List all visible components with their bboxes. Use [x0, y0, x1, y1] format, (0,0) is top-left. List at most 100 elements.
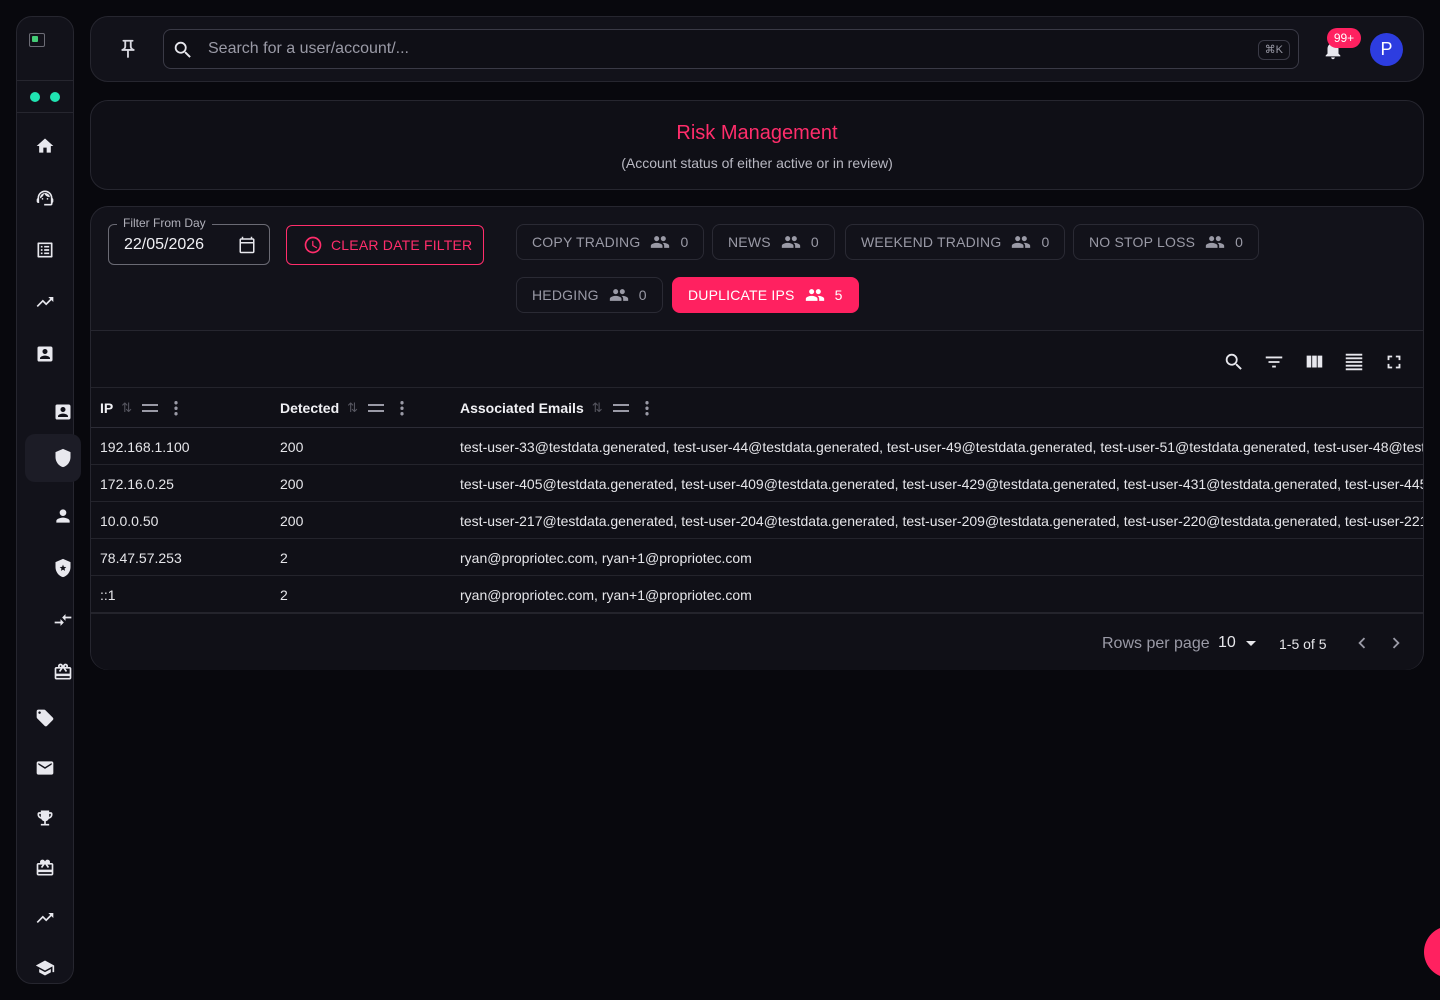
- chip-count: 0: [680, 234, 689, 250]
- calendar-icon[interactable]: [238, 236, 256, 254]
- table-row[interactable]: ::1 2 ryan@propriotec.com, ryan+1@propri…: [91, 576, 1423, 613]
- cell-ip: 10.0.0.50: [100, 513, 159, 529]
- column-header-associated-emails[interactable]: Associated Emails ⇅: [460, 400, 649, 416]
- broken-image-icon: [29, 33, 45, 47]
- column-menu-icon[interactable]: [644, 400, 649, 416]
- clear-date-filter-label: CLEAR DATE FILTER: [331, 237, 473, 253]
- column-header-detected[interactable]: Detected ⇅: [280, 400, 405, 416]
- cell-emails: test-user-33@testdata.generated, test-us…: [460, 439, 1423, 455]
- notifications-badge: 99+: [1327, 28, 1361, 48]
- people-icon: [805, 289, 824, 301]
- trophy-icon[interactable]: [34, 807, 56, 829]
- subscriptions-icon[interactable]: [52, 661, 74, 683]
- column-label: Associated Emails: [460, 400, 584, 416]
- risk-filters-card: Filter From Day 22/05/2026 CLEAR DATE FI…: [90, 206, 1424, 670]
- school-icon[interactable]: [34, 957, 56, 979]
- fullscreen-icon[interactable]: [1383, 351, 1405, 373]
- home-icon[interactable]: [34, 135, 56, 157]
- cell-emails: test-user-217@testdata.generated, test-u…: [460, 513, 1423, 529]
- date-filter-field[interactable]: Filter From Day 22/05/2026: [108, 216, 270, 265]
- cell-detected: 2: [280, 550, 288, 566]
- table-row[interactable]: 78.47.57.253 2 ryan@propriotec.com, ryan…: [91, 539, 1423, 576]
- chip-count: 0: [638, 287, 647, 303]
- mail-icon[interactable]: [34, 757, 56, 779]
- page-title: Risk Management: [676, 122, 838, 144]
- chip-label: NEWS: [728, 234, 771, 250]
- cell-emails: ryan@propriotec.com, ryan+1@propriotec.c…: [460, 587, 752, 603]
- sort-icon[interactable]: ⇅: [592, 400, 603, 416]
- support-agent-icon[interactable]: [34, 187, 56, 209]
- cell-detected: 200: [280, 476, 304, 492]
- pagination-range: 1-5 of 5: [1279, 636, 1327, 652]
- chip-hedging[interactable]: HEDGING 0: [516, 277, 663, 313]
- filter-list-icon[interactable]: [1263, 351, 1285, 373]
- column-header-ip[interactable]: IP ⇅: [100, 400, 179, 416]
- chip-count: 0: [810, 234, 819, 250]
- tag-icon[interactable]: [34, 707, 56, 729]
- clear-date-filter-button[interactable]: CLEAR DATE FILTER: [286, 225, 484, 265]
- cell-ip: 172.16.0.25: [100, 476, 174, 492]
- cell-detected: 200: [280, 513, 304, 529]
- view-columns-icon[interactable]: [1303, 351, 1325, 373]
- cell-ip: 78.47.57.253: [100, 550, 182, 566]
- previous-page-icon[interactable]: [1351, 632, 1373, 654]
- column-label: Detected: [280, 400, 340, 416]
- next-page-icon[interactable]: [1385, 632, 1407, 654]
- sort-icon[interactable]: ⇅: [347, 400, 358, 416]
- search-icon[interactable]: [1223, 351, 1245, 373]
- trending-up-icon[interactable]: [34, 907, 56, 929]
- table-row[interactable]: 10.0.0.50 200 test-user-217@testdata.gen…: [91, 502, 1423, 539]
- logo-broken-image[interactable]: [17, 17, 73, 81]
- table-row[interactable]: 172.16.0.25 200 test-user-405@testdata.g…: [91, 465, 1423, 502]
- table-row[interactable]: 192.168.1.100 200 test-user-33@testdata.…: [91, 428, 1423, 465]
- account-box-icon[interactable]: [52, 401, 74, 423]
- pin-icon[interactable]: [117, 38, 139, 60]
- chip-no-stop-loss[interactable]: NO STOP LOSS 0: [1073, 224, 1260, 260]
- chip-label: WEEKEND TRADING: [861, 234, 1002, 250]
- rows-per-page-value: 10: [1218, 634, 1236, 651]
- chip-duplicate-ips[interactable]: DUPLICATE IPS 5: [672, 277, 859, 313]
- chip-count: 0: [1041, 234, 1050, 250]
- date-filter-value[interactable]: 22/05/2026: [124, 236, 204, 254]
- top-bar: ⌘K 99+ P: [90, 16, 1424, 82]
- search-icon: [172, 39, 194, 61]
- chip-count: 0: [1235, 234, 1244, 250]
- people-icon: [609, 289, 628, 301]
- chip-label: DUPLICATE IPS: [688, 287, 795, 303]
- gift-box-icon[interactable]: [34, 857, 56, 879]
- person-icon[interactable]: [52, 505, 74, 527]
- avatar[interactable]: P: [1370, 33, 1403, 66]
- chip-copy-trading[interactable]: COPY TRADING 0: [516, 224, 705, 260]
- status-dot: [50, 91, 60, 102]
- search-bar[interactable]: ⌘K: [163, 29, 1299, 69]
- shield-star-icon[interactable]: [52, 557, 74, 579]
- shortcut-hint: ⌘K: [1257, 40, 1290, 60]
- chip-weekend-trading[interactable]: WEEKEND TRADING 0: [845, 224, 1066, 260]
- rows-per-page-select[interactable]: 10: [1218, 634, 1256, 652]
- trending-up-icon[interactable]: [34, 291, 56, 313]
- compare-arrows-icon[interactable]: [52, 609, 74, 631]
- chip-news[interactable]: NEWS 0: [712, 224, 835, 260]
- floating-action-button[interactable]: [1424, 926, 1440, 978]
- people-icon: [1205, 236, 1225, 248]
- cell-ip: ::1: [100, 587, 116, 603]
- page-header: Risk Management (Account status of eithe…: [90, 100, 1424, 190]
- rows-per-page-label: Rows per page: [1102, 635, 1210, 652]
- shield-icon[interactable]: [52, 447, 74, 469]
- status-indicators: [17, 81, 73, 113]
- density-icon[interactable]: [1343, 351, 1365, 373]
- list-icon[interactable]: [34, 239, 56, 261]
- drag-handle-icon[interactable]: [612, 404, 629, 412]
- status-dot: [30, 91, 40, 102]
- search-input[interactable]: [208, 30, 1208, 68]
- column-menu-icon[interactable]: [400, 400, 405, 416]
- contact-card-icon[interactable]: [34, 343, 56, 365]
- column-menu-icon[interactable]: [174, 400, 179, 416]
- chip-count: 5: [834, 287, 843, 303]
- drag-handle-icon[interactable]: [368, 404, 385, 412]
- table-header: IP ⇅ Detected ⇅ Associated Emails ⇅: [91, 387, 1423, 428]
- column-label: IP: [100, 400, 114, 416]
- cell-emails: test-user-405@testdata.generated, test-u…: [460, 476, 1423, 492]
- drag-handle-icon[interactable]: [142, 404, 159, 412]
- sort-icon[interactable]: ⇅: [121, 400, 132, 416]
